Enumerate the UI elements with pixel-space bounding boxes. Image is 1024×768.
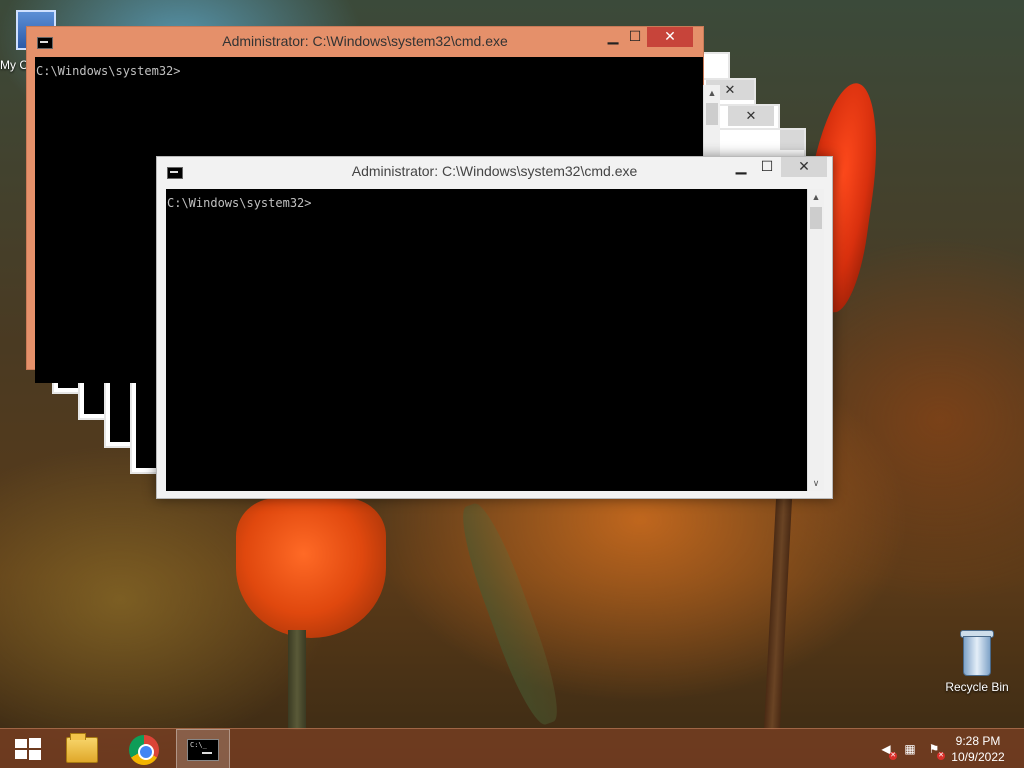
terminal-icon: C:\_ [187,739,219,761]
ghost-window-control [780,130,804,150]
taskbar: C:\_ ◀ ✕ ▦ ⚑ ✕ 9:28 PM 10/9/2022 [0,728,1024,768]
recycle-bin-icon [960,630,994,676]
scroll-thumb[interactable] [810,207,822,229]
network-icon[interactable]: ▦ [902,741,918,757]
scroll-down-button[interactable]: ∨ [808,475,824,491]
scroll-up-button[interactable]: ▲ [704,85,720,101]
console-output[interactable]: C:\Windows\system32> [166,189,807,491]
title-bar[interactable]: Administrator: C:\Windows\system32\cmd.e… [157,157,832,187]
clock[interactable]: 9:28 PM 10/9/2022 [948,733,1008,765]
action-center-flag-icon[interactable]: ⚑ ✕ [926,741,945,760]
clock-time: 9:28 PM [955,734,1001,748]
close-button[interactable]: ✕ [647,27,693,47]
title-bar[interactable]: Administrator: C:\Windows\system32\cmd.e… [27,27,703,57]
cmd-window-front[interactable]: Administrator: C:\Windows\system32\cmd.e… [156,156,833,499]
wallpaper-leaf [451,498,569,730]
scroll-thumb[interactable] [706,103,718,125]
vertical-scrollbar[interactable]: ▲ ∨ [807,189,824,491]
scroll-up-button[interactable]: ▲ [808,189,824,205]
ghost-close-button: ✕ [728,106,774,126]
taskbar-file-explorer[interactable] [56,729,108,768]
clock-date: 10/9/2022 [951,750,1005,764]
wallpaper-flower-bottom [236,498,386,638]
close-button[interactable]: ✕ [781,157,827,177]
volume-muted-icon[interactable]: ◀ ✕ [878,741,897,760]
taskbar-chrome[interactable] [118,729,170,768]
chrome-icon [129,735,159,765]
folder-icon [66,733,98,763]
desktop-icon-label: Recycle Bin [945,680,1009,694]
maximize-button[interactable]: ☐ [621,27,649,47]
wallpaper-stem [288,630,306,730]
wallpaper-stem-right [763,497,793,731]
desktop-icon-recycle-bin[interactable]: Recycle Bin [940,630,1014,694]
start-button[interactable] [4,729,56,768]
minimize-button[interactable]: ▁ [727,157,755,177]
maximize-button[interactable]: ☐ [753,157,781,177]
windows-logo-icon [15,738,41,760]
system-tray: ◀ ✕ ▦ ⚑ ✕ 9:28 PM 10/9/2022 [864,729,1024,768]
taskbar-command-prompt[interactable]: C:\_ [176,729,230,768]
